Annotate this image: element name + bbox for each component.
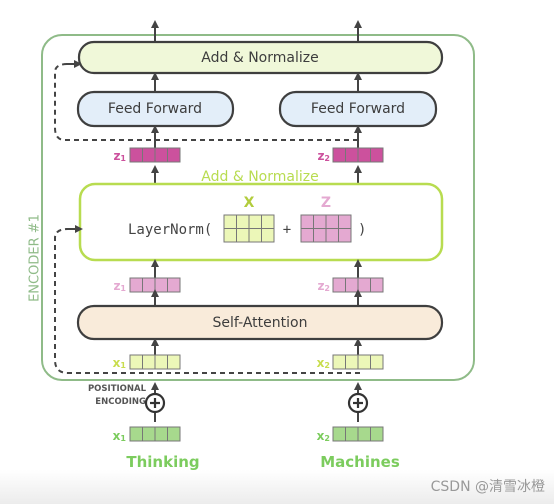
x1-label: x1 bbox=[113, 429, 127, 443]
vector-cell bbox=[223, 214, 237, 229]
vector-cell bbox=[370, 426, 384, 442]
add-icon bbox=[347, 382, 369, 422]
vector-cell bbox=[345, 354, 359, 370]
vector-cell bbox=[325, 214, 339, 229]
vector-cell bbox=[300, 214, 314, 229]
feed-forward-block-2: Feed Forward bbox=[278, 90, 438, 128]
x2-label: x2 bbox=[317, 429, 330, 443]
z2-vector-output bbox=[332, 147, 384, 163]
feed-forward-label: Feed Forward bbox=[311, 101, 405, 117]
feed-forward-block-1: Feed Forward bbox=[76, 90, 235, 128]
encoder-label: ENCODER #1 bbox=[28, 214, 43, 302]
z2-label: z2 bbox=[317, 279, 330, 293]
vector-cell bbox=[154, 277, 168, 293]
vector-cell bbox=[154, 426, 168, 442]
positional-encoding-label: POSITIONAL bbox=[88, 384, 147, 394]
vector-cell bbox=[357, 354, 371, 370]
vector-cell bbox=[129, 354, 143, 370]
x-matrix bbox=[223, 214, 275, 243]
vector-cell bbox=[142, 354, 156, 370]
vector-cell bbox=[167, 354, 181, 370]
vector-cell bbox=[300, 228, 314, 243]
vector-cell bbox=[370, 277, 384, 293]
z-matrix-label: Z bbox=[321, 195, 331, 211]
vector-cell bbox=[248, 228, 262, 243]
vector-cell bbox=[261, 214, 275, 229]
positional-encoding-label: ENCODING bbox=[95, 397, 146, 407]
z2-vector bbox=[332, 277, 384, 293]
z1-label: z1 bbox=[113, 279, 126, 293]
vector-cell bbox=[357, 277, 371, 293]
vector-cell bbox=[261, 228, 275, 243]
z2-label: z2 bbox=[317, 149, 330, 163]
vector-cell bbox=[167, 277, 181, 293]
z-matrix bbox=[300, 214, 352, 243]
vector-cell bbox=[142, 426, 156, 442]
vector-cell bbox=[345, 147, 359, 163]
vector-cell bbox=[167, 147, 181, 163]
vector-cell bbox=[338, 214, 352, 229]
self-attention-label: Self-Attention bbox=[213, 315, 308, 331]
vector-cell bbox=[154, 354, 168, 370]
vector-cell bbox=[345, 426, 359, 442]
x2-vector bbox=[332, 354, 384, 370]
vector-cell bbox=[129, 147, 143, 163]
vector-cell bbox=[338, 228, 352, 243]
vector-cell bbox=[313, 228, 327, 243]
encoder-diagram: ENCODER #1 Add & Normalize Feed Forward … bbox=[28, 20, 545, 495]
close-paren: ) bbox=[358, 222, 366, 238]
vector-cell bbox=[236, 228, 250, 243]
vector-cell bbox=[167, 426, 181, 442]
plus-sign: + bbox=[283, 222, 291, 238]
vector-cell bbox=[325, 228, 339, 243]
vector-cell bbox=[357, 147, 371, 163]
vector-cell bbox=[313, 214, 327, 229]
z1-vector-output bbox=[129, 147, 181, 163]
vector-cell bbox=[345, 277, 359, 293]
watermark: CSDN @清雪冰橙 bbox=[431, 479, 545, 495]
feed-forward-label: Feed Forward bbox=[108, 101, 202, 117]
vector-cell bbox=[142, 147, 156, 163]
add-icon bbox=[144, 382, 166, 422]
z1-label: z1 bbox=[113, 149, 126, 163]
vector-cell bbox=[236, 214, 250, 229]
add-normalize-top-label: Add & Normalize bbox=[201, 50, 318, 66]
layernorm-function: LayerNorm( bbox=[128, 222, 212, 238]
vector-cell bbox=[248, 214, 262, 229]
x2-label: x2 bbox=[317, 356, 330, 370]
vector-cell bbox=[370, 147, 384, 163]
x1-embedding bbox=[129, 426, 181, 442]
x-matrix-label: X bbox=[244, 195, 255, 211]
vector-cell bbox=[129, 426, 143, 442]
vector-cell bbox=[332, 426, 346, 442]
word-machines: Machines bbox=[320, 453, 400, 471]
vector-cell bbox=[357, 426, 371, 442]
self-attention-block: Self-Attention bbox=[76, 304, 444, 341]
vector-cell bbox=[154, 147, 168, 163]
add-normalize-mid-label: Add & Normalize bbox=[201, 169, 318, 185]
word-thinking: Thinking bbox=[126, 453, 199, 471]
z1-vector bbox=[129, 277, 181, 293]
x1-label: x1 bbox=[113, 356, 127, 370]
vector-cell bbox=[129, 277, 143, 293]
vector-cell bbox=[370, 354, 384, 370]
vector-cell bbox=[142, 277, 156, 293]
vector-cell bbox=[332, 147, 346, 163]
vector-cell bbox=[332, 277, 346, 293]
vector-cell bbox=[332, 354, 346, 370]
add-normalize-top-block: Add & Normalize bbox=[77, 40, 444, 75]
vector-cell bbox=[223, 228, 237, 243]
x1-vector bbox=[129, 354, 181, 370]
x2-embedding bbox=[332, 426, 384, 442]
